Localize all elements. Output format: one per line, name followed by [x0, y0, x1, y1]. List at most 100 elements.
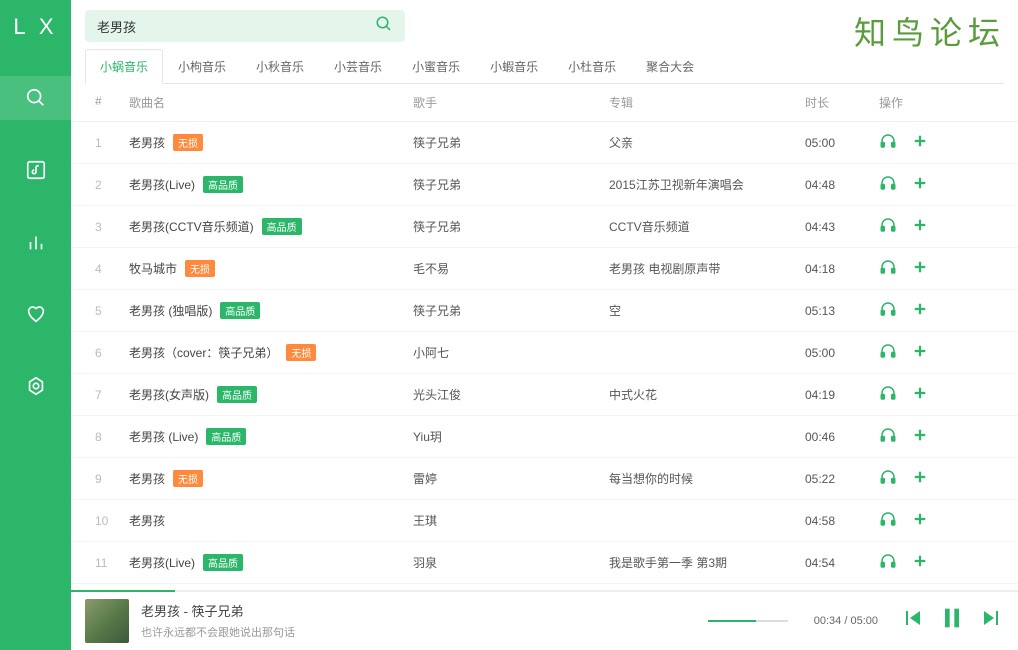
song-row[interactable]: 10老男孩王琪04:58 [71, 500, 1018, 542]
song-name: 老男孩(Live)高品质 [129, 176, 413, 193]
play-button[interactable] [879, 384, 897, 405]
song-index: 4 [95, 262, 129, 276]
song-index: 10 [95, 514, 129, 528]
song-index: 7 [95, 388, 129, 402]
add-button[interactable] [911, 552, 929, 573]
source-tab[interactable]: 小蝦音乐 [475, 49, 553, 84]
volume-bar[interactable] [708, 620, 788, 622]
add-button[interactable] [911, 342, 929, 363]
song-index: 3 [95, 220, 129, 234]
watermark-text: 知鸟论坛 [854, 8, 1006, 54]
nav-leaderboard[interactable] [0, 220, 71, 264]
add-button[interactable] [911, 468, 929, 489]
next-icon [980, 606, 1004, 630]
song-row[interactable]: 1老男孩无损筷子兄弟父亲05:00 [71, 122, 1018, 164]
song-album: 老男孩 电视剧原声带 [609, 260, 805, 277]
pause-icon [938, 604, 966, 632]
track-title: 老男孩 - 筷子兄弟 [141, 601, 696, 620]
pause-button[interactable] [938, 604, 966, 637]
search-button[interactable] [375, 15, 393, 38]
song-row[interactable]: 8老男孩 (Live)高品质Yiu玥00:46 [71, 416, 1018, 458]
song-artist: 筷子兄弟 [413, 134, 609, 151]
heart-icon [25, 303, 47, 325]
play-button[interactable] [879, 342, 897, 363]
nav-songlist[interactable] [0, 148, 71, 192]
source-tab[interactable]: 小芸音乐 [319, 49, 397, 84]
nav-settings[interactable] [0, 364, 71, 408]
song-artist: 光头江俊 [413, 386, 609, 403]
song-name: 老男孩无损 [129, 470, 413, 487]
song-album: 空 [609, 302, 805, 319]
add-button[interactable] [911, 426, 929, 447]
source-tab[interactable]: 小蜗音乐 [85, 49, 163, 84]
col-header-artist: 歌手 [413, 94, 609, 111]
play-button[interactable] [879, 132, 897, 153]
add-button[interactable] [911, 174, 929, 195]
source-tab[interactable]: 小蜜音乐 [397, 49, 475, 84]
song-name: 老男孩 (独唱版)高品质 [129, 302, 413, 319]
col-header-album: 专辑 [609, 94, 805, 111]
song-artist: 羽泉 [413, 554, 609, 571]
track-lyric: 也许永远都不会跟她说出那句话 [141, 624, 696, 640]
add-button[interactable] [911, 258, 929, 279]
play-button[interactable] [879, 258, 897, 279]
song-artist: 王琪 [413, 512, 609, 529]
song-artist: 筷子兄弟 [413, 176, 609, 193]
song-name: 老男孩 [129, 512, 413, 529]
progress-bar[interactable] [71, 590, 1018, 592]
song-album: 中式火花 [609, 386, 805, 403]
add-button[interactable] [911, 216, 929, 237]
quality-badge-lossless: 无损 [173, 134, 203, 151]
source-tab[interactable]: 小枸音乐 [163, 49, 241, 84]
song-duration: 04:18 [805, 262, 879, 276]
play-button[interactable] [879, 426, 897, 447]
time-display: 00:34 / 05:00 [814, 615, 878, 627]
album-art[interactable] [85, 599, 129, 643]
add-button[interactable] [911, 300, 929, 321]
song-artist: Yiu玥 [413, 428, 609, 445]
nav-search[interactable] [0, 76, 71, 120]
song-index: 9 [95, 472, 129, 486]
song-row[interactable]: 4牧马城市无损毛不易老男孩 电视剧原声带04:18 [71, 248, 1018, 290]
song-artist: 筷子兄弟 [413, 218, 609, 235]
col-header-name: 歌曲名 [129, 94, 413, 111]
add-button[interactable] [911, 384, 929, 405]
source-tab[interactable]: 聚合大会 [631, 49, 709, 84]
song-row[interactable]: 3老男孩(CCTV音乐频道)高品质筷子兄弟CCTV音乐频道04:43 [71, 206, 1018, 248]
play-button[interactable] [879, 216, 897, 237]
songlist-icon [25, 159, 47, 181]
play-button[interactable] [879, 510, 897, 531]
song-duration: 05:22 [805, 472, 879, 486]
song-name: 老男孩(CCTV音乐频道)高品质 [129, 218, 413, 235]
song-row[interactable]: 5老男孩 (独唱版)高品质筷子兄弟空05:13 [71, 290, 1018, 332]
song-row[interactable]: 6老男孩（cover：筷子兄弟）无损小阿七05:00 [71, 332, 1018, 374]
prev-button[interactable] [900, 606, 924, 635]
play-button[interactable] [879, 300, 897, 321]
song-row[interactable]: 7老男孩(女声版)高品质光头江俊中式火花04:19 [71, 374, 1018, 416]
song-album: 父亲 [609, 134, 805, 151]
play-button[interactable] [879, 174, 897, 195]
song-duration: 05:00 [805, 136, 879, 150]
quality-badge-hq: 高品质 [206, 428, 246, 445]
song-album: CCTV音乐频道 [609, 218, 805, 235]
search-input[interactable] [97, 19, 375, 34]
add-button[interactable] [911, 132, 929, 153]
song-index: 6 [95, 346, 129, 360]
song-index: 2 [95, 178, 129, 192]
song-duration: 04:54 [805, 556, 879, 570]
table-header: # 歌曲名 歌手 专辑 时长 操作 [71, 84, 1018, 122]
add-button[interactable] [911, 510, 929, 531]
quality-badge-hq: 高品质 [203, 176, 243, 193]
song-index: 11 [95, 556, 129, 570]
play-button[interactable] [879, 552, 897, 573]
song-row[interactable]: 2老男孩(Live)高品质筷子兄弟2015江苏卫视新年演唱会04:48 [71, 164, 1018, 206]
song-row[interactable]: 9老男孩无损雷婷每当想你的时候05:22 [71, 458, 1018, 500]
next-button[interactable] [980, 606, 1004, 635]
play-button[interactable] [879, 468, 897, 489]
song-artist: 毛不易 [413, 260, 609, 277]
source-tab[interactable]: 小杜音乐 [553, 49, 631, 84]
nav-favorites[interactable] [0, 292, 71, 336]
song-row[interactable]: 11老男孩(Live)高品质羽泉我是歌手第一季 第3期04:54 [71, 542, 1018, 584]
col-header-ops: 操作 [879, 94, 949, 111]
source-tab[interactable]: 小秋音乐 [241, 49, 319, 84]
